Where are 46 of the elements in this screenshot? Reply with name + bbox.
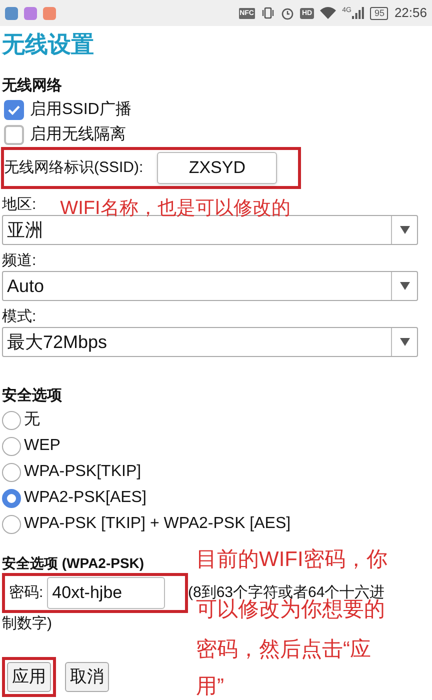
dropdown-value: Auto xyxy=(6,274,46,298)
radio-button[interactable] xyxy=(2,488,21,508)
ssid-label: 无线网络标识(SSID): xyxy=(4,158,144,178)
vibrate-icon xyxy=(260,7,275,19)
dropdown-caret-icon xyxy=(400,338,410,346)
radio-label: 无 xyxy=(24,410,40,430)
annotation-text: 用” xyxy=(196,675,224,699)
radio-button[interactable] xyxy=(2,514,21,534)
checkbox-label: 启用SSID广播 xyxy=(30,100,132,120)
dropdown-caret-icon xyxy=(400,282,410,290)
radio-label: WPA2-PSK[AES] xyxy=(24,488,146,508)
battery-indicator: 95 xyxy=(370,6,388,20)
checkmark-icon xyxy=(8,104,20,114)
section-heading: 安全选项 (WPA2-PSK) xyxy=(2,554,144,573)
password-input-field[interactable]: 40xt-hjbe xyxy=(47,577,166,609)
field-label: 地区: xyxy=(2,195,36,215)
radio-button[interactable] xyxy=(2,410,21,430)
dropdown-caret-icon xyxy=(400,226,410,234)
field-label: 频道: xyxy=(2,251,36,271)
clock: 22:56 xyxy=(394,4,427,22)
form-button[interactable]: 应用 xyxy=(2,657,56,697)
dropdown-select[interactable]: 最大72Mbps xyxy=(2,327,418,357)
password-label: 密码: xyxy=(9,583,44,603)
dropdown-value: 亚洲 xyxy=(6,218,44,242)
dropdown-select[interactable]: Auto xyxy=(2,271,418,301)
radio-button[interactable] xyxy=(2,462,21,482)
password-hint: 制数字) xyxy=(2,614,52,634)
section-heading: 安全选项 xyxy=(2,386,63,406)
annotation-text: 可以修改为你想要的 xyxy=(196,598,385,622)
page-title: 无线设置 xyxy=(2,30,95,59)
section-heading: 无线网络 xyxy=(2,76,63,96)
alarm-icon xyxy=(280,6,294,20)
checkbox[interactable] xyxy=(4,124,24,144)
radio-label: WEP xyxy=(24,436,60,456)
annotation-text: 目前的WIFI密码，你 xyxy=(196,548,388,572)
wifi-icon xyxy=(320,7,336,19)
ssid-input-field[interactable]: ZXSYD xyxy=(157,152,278,184)
checkbox-label: 启用无线隔离 xyxy=(30,124,126,144)
radio-label: WPA-PSK[TKIP] xyxy=(24,462,142,482)
checkbox[interactable] xyxy=(4,100,24,120)
radio-label: WPA-PSK [TKIP] + WPA2-PSK [AES] xyxy=(24,514,291,534)
dropdown-value: 最大72Mbps xyxy=(6,330,108,354)
annotation-text: 密码，然后点击“应 xyxy=(196,638,371,662)
signal-icon xyxy=(352,7,364,19)
radio-button[interactable] xyxy=(2,436,21,456)
field-label: 模式: xyxy=(2,307,36,327)
